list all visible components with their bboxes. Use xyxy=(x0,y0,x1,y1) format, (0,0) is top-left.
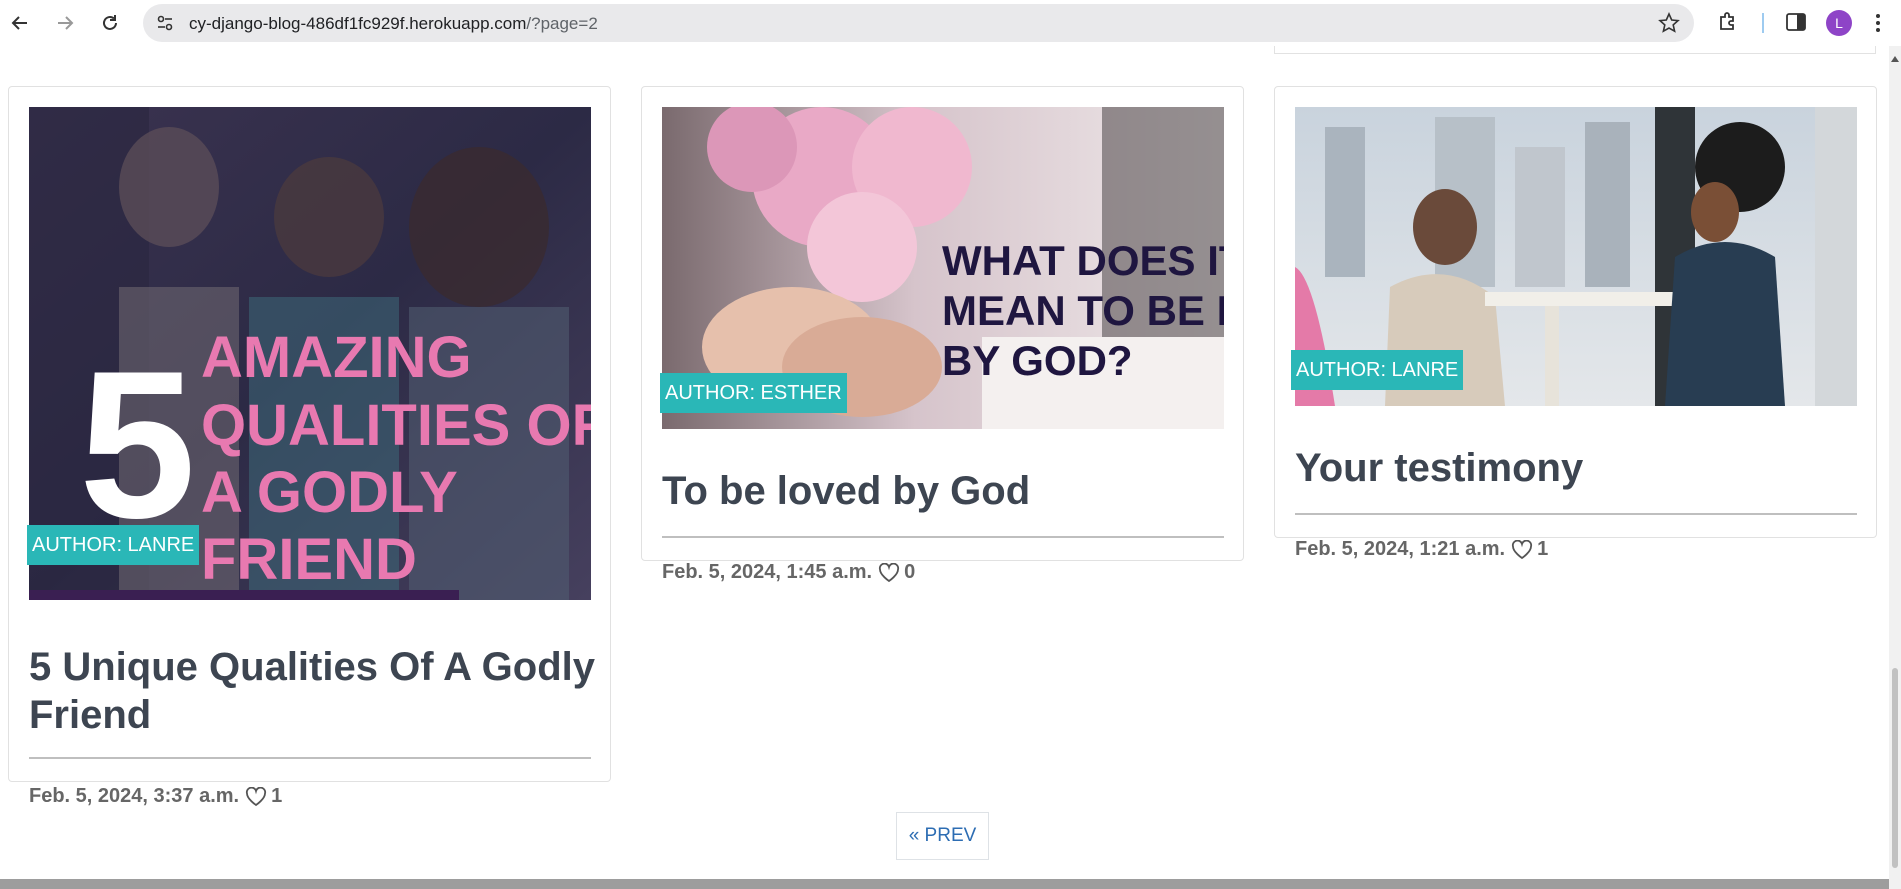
url-path: /?page=2 xyxy=(526,14,598,33)
post-title[interactable]: To be loved by God xyxy=(662,467,1228,515)
url-text: cy-django-blog-486df1fc929f.herokuapp.co… xyxy=(189,14,598,34)
post-meta: Feb. 5, 2024, 3:37 a.m. 1 xyxy=(29,785,282,808)
author-badge: AUTHOR: LANRE xyxy=(1291,350,1464,390)
image-line-3: BY GOD? xyxy=(942,337,1133,384)
scrollbar-thumb[interactable] xyxy=(1892,668,1898,868)
post-meta: Feb. 5, 2024, 1:21 a.m. 1 xyxy=(1295,538,1548,561)
toolbar-divider xyxy=(1762,13,1764,33)
like-count: 1 xyxy=(271,785,283,807)
image-line-1: WHAT DOES IT xyxy=(942,237,1224,284)
url-host: cy-django-blog-486df1fc929f.herokuapp.co… xyxy=(189,14,527,33)
side-panel-icon[interactable] xyxy=(1784,10,1808,34)
reload-button[interactable] xyxy=(94,7,126,39)
like-count: 0 xyxy=(904,561,916,583)
site-info-icon[interactable] xyxy=(153,11,177,35)
profile-avatar[interactable]: L xyxy=(1826,10,1852,36)
address-bar[interactable]: cy-django-blog-486df1fc929f.herokuapp.co… xyxy=(143,4,1694,42)
like-count: 1 xyxy=(1537,538,1549,560)
post-date: Feb. 5, 2024, 1:45 a.m. xyxy=(662,561,873,583)
back-arrow-icon xyxy=(11,16,27,30)
browser-toolbar: cy-django-blog-486df1fc929f.herokuapp.co… xyxy=(0,0,1901,46)
prev-page-button[interactable]: « PREV xyxy=(896,812,989,860)
back-button[interactable] xyxy=(4,7,36,39)
scroll-up-arrow-icon[interactable] xyxy=(1891,56,1899,62)
bookmark-star-icon[interactable] xyxy=(1658,12,1680,34)
forward-button[interactable] xyxy=(49,7,81,39)
image-line-3: A GODLY xyxy=(201,460,458,525)
image-line-2: MEAN TO BE LOVED xyxy=(942,287,1224,334)
heart-icon[interactable] xyxy=(878,562,900,583)
post-date: Feb. 5, 2024, 1:21 a.m. xyxy=(1295,538,1506,560)
menu-kebab-icon[interactable] xyxy=(1866,11,1890,35)
card-divider xyxy=(1295,513,1857,515)
previous-card-edge xyxy=(1274,46,1876,54)
author-badge: AUTHOR: ESTHER xyxy=(660,373,847,413)
extensions-icon[interactable] xyxy=(1716,10,1740,34)
post-meta: Feb. 5, 2024, 1:45 a.m. 0 xyxy=(662,561,915,584)
image-line-1: AMAZING xyxy=(201,325,472,390)
forward-arrow-icon xyxy=(58,16,74,30)
post-card[interactable]: AUTHOR: LANRE Your testimony Feb. 5, 202… xyxy=(1274,86,1877,560)
post-card[interactable]: 5 AMAZING QUALITIES OF A GODLY FRIEND AU… xyxy=(8,86,611,807)
heart-icon[interactable] xyxy=(245,786,267,807)
post-title[interactable]: Your testimony xyxy=(1295,444,1861,492)
profile-initial: L xyxy=(1835,15,1843,31)
post-title[interactable]: 5 Unique Qualities Of A Godly Friend xyxy=(29,643,595,739)
card-divider xyxy=(29,757,591,759)
post-date: Feb. 5, 2024, 3:37 a.m. xyxy=(29,785,240,807)
heart-icon[interactable] xyxy=(1511,539,1533,560)
image-line-2: QUALITIES OF xyxy=(201,393,591,458)
post-card[interactable]: WHAT DOES IT MEAN TO BE LOVED BY GOD? AU… xyxy=(641,86,1244,583)
card-divider xyxy=(662,536,1224,538)
reload-icon xyxy=(103,15,117,30)
image-line-4: FRIEND xyxy=(201,527,417,592)
page-content: 5 AMAZING QUALITIES OF A GODLY FRIEND AU… xyxy=(0,46,1889,889)
footer-edge xyxy=(0,879,1889,889)
author-badge: AUTHOR: LANRE xyxy=(27,525,200,565)
